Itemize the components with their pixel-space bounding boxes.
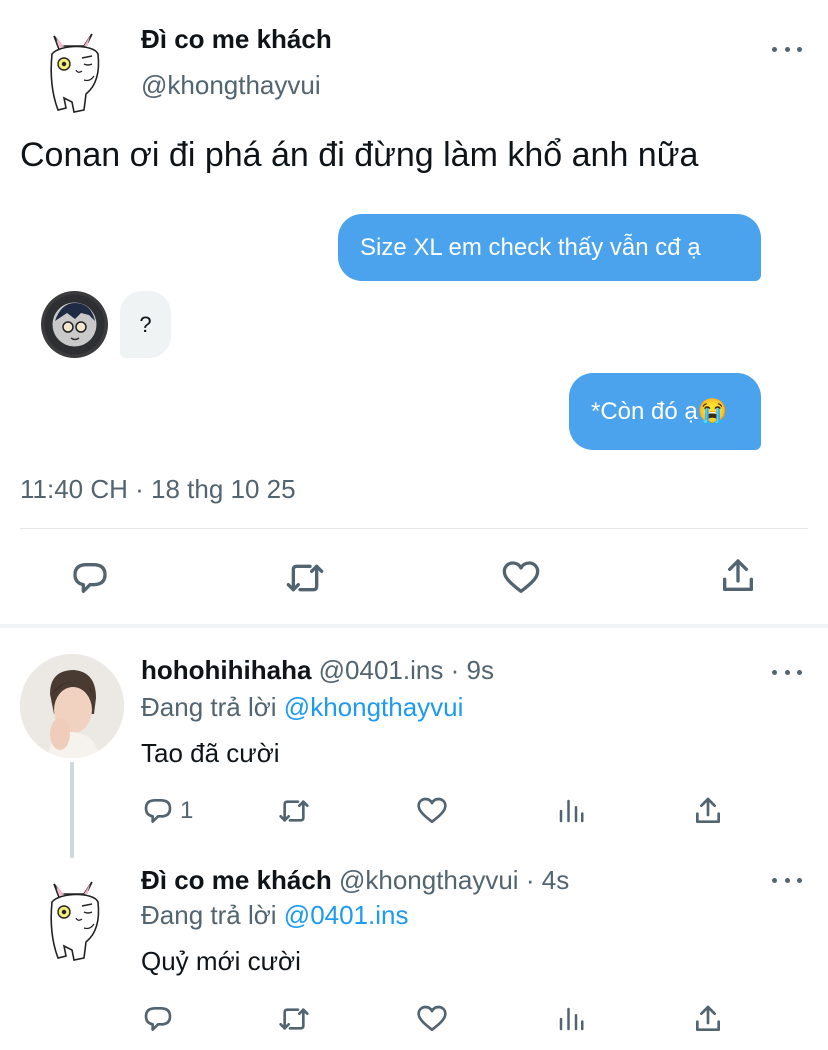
more-options-icon[interactable] — [772, 43, 802, 55]
message-text: Size XL em check thấy vẫn cđ ạ — [360, 233, 701, 261]
cat-avatar[interactable] — [40, 872, 112, 964]
like-icon[interactable] — [416, 1003, 448, 1040]
author-name[interactable]: Đì co me khách — [141, 24, 332, 55]
replying-to-line: Đang trả lời @0401.ins — [141, 900, 409, 931]
share-icon[interactable] — [692, 1003, 724, 1040]
replying-to-link[interactable]: @khongthayvui — [284, 692, 464, 722]
message-text: *Còn đó ạ😭 — [591, 398, 728, 425]
separator-dot: · — [450, 655, 460, 685]
author-handle[interactable]: @khongthayvui — [141, 70, 321, 101]
contact-avatar — [41, 291, 108, 358]
reply-icon[interactable] — [142, 1003, 174, 1040]
analytics-icon[interactable] — [556, 795, 586, 832]
retweet-icon[interactable] — [276, 795, 312, 832]
message-bubble-incoming: ? — [120, 291, 171, 358]
tweet-timestamp[interactable]: 11:40 CH · 18 thg 10 25 — [20, 474, 296, 505]
divider — [20, 528, 808, 529]
more-options-icon[interactable] — [772, 874, 802, 886]
message-bubble-outgoing: *Còn đó ạ😭 — [569, 373, 761, 450]
share-icon[interactable] — [718, 556, 758, 601]
reply-header: Đì co me khách @khongthayvui · 4s — [141, 865, 569, 896]
cat-avatar[interactable] — [40, 24, 112, 116]
like-icon[interactable] — [501, 558, 541, 603]
section-separator — [0, 624, 828, 628]
reply-author-handle[interactable]: @0401.ins — [319, 655, 444, 685]
thread-line — [70, 762, 74, 858]
reply-count: 1 — [180, 797, 194, 824]
reply-author-handle[interactable]: @khongthayvui — [339, 865, 519, 895]
reply-author-name[interactable]: hohohihihaha — [141, 655, 311, 685]
retweet-icon[interactable] — [276, 1003, 312, 1040]
share-icon[interactable] — [692, 795, 724, 832]
like-icon[interactable] — [416, 795, 448, 832]
reply-time[interactable]: 4s — [542, 865, 569, 895]
reply-author-name[interactable]: Đì co me khách — [141, 865, 332, 895]
separator-dot: · — [525, 865, 535, 895]
more-options-icon[interactable] — [772, 666, 802, 678]
retweet-icon[interactable] — [283, 558, 327, 603]
reply-icon[interactable] — [142, 795, 174, 832]
replying-to-line: Đang trả lời @khongthayvui — [141, 692, 463, 723]
reply-icon[interactable] — [70, 558, 110, 603]
message-text: ? — [139, 311, 152, 337]
reply-text: Tao đã cười — [141, 738, 280, 768]
tweet-text: Conan ơi đi phá án đi đừng làm khổ anh n… — [20, 136, 699, 174]
message-bubble-outgoing: Size XL em check thấy vẫn cđ ạ — [338, 214, 761, 281]
reply-time[interactable]: 9s — [467, 655, 494, 685]
analytics-icon[interactable] — [556, 1003, 586, 1040]
replying-to-link[interactable]: @0401.ins — [284, 900, 409, 930]
replying-to-label: Đang trả lời — [141, 900, 277, 930]
reply-header: hohohihihaha @0401.ins · 9s — [141, 655, 494, 686]
reply-text: Quỷ mới cười — [141, 946, 301, 976]
avatar[interactable] — [20, 654, 124, 758]
replying-to-label: Đang trả lời — [141, 692, 277, 722]
